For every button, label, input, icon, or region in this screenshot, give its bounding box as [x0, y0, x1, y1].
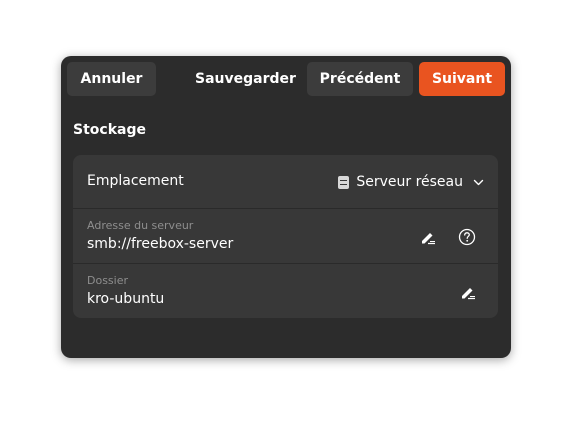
help-icon [458, 228, 476, 246]
edit-icon [422, 233, 435, 245]
server-address-value[interactable]: smb://freebox-server [87, 236, 233, 252]
section-title: Stockage [73, 122, 146, 138]
help-button[interactable] [456, 226, 478, 248]
folder-value[interactable]: kro-ubuntu [87, 291, 164, 307]
server-address-row[interactable]: Adresse du serveur smb://freebox-server [73, 209, 498, 264]
save-button[interactable]: Sauvegarder [195, 62, 296, 96]
backup-storage-dialog: Annuler Sauvegarder Précédent Suivant St… [61, 56, 511, 358]
folder-row[interactable]: Dossier kro-ubuntu [73, 264, 498, 318]
edit-folder-button[interactable] [457, 281, 479, 303]
location-label: Emplacement [87, 173, 184, 189]
server-icon [338, 175, 350, 189]
location-dropdown[interactable]: Serveur réseau [338, 171, 484, 193]
server-address-label: Adresse du serveur [87, 219, 194, 232]
headerbar: Annuler Sauvegarder Précédent Suivant [61, 56, 511, 102]
next-button[interactable]: Suivant [419, 62, 505, 96]
storage-settings-card: Emplacement Serveur réseau Adresse du se… [73, 155, 498, 318]
edit-server-button[interactable] [417, 226, 439, 248]
previous-button[interactable]: Précédent [307, 62, 413, 96]
cancel-button[interactable]: Annuler [67, 62, 156, 96]
chevron-down-icon [473, 179, 484, 185]
location-selected-value: Serveur réseau [356, 174, 463, 190]
edit-icon [462, 288, 475, 300]
location-row[interactable]: Emplacement Serveur réseau [73, 155, 498, 209]
folder-label: Dossier [87, 274, 129, 287]
